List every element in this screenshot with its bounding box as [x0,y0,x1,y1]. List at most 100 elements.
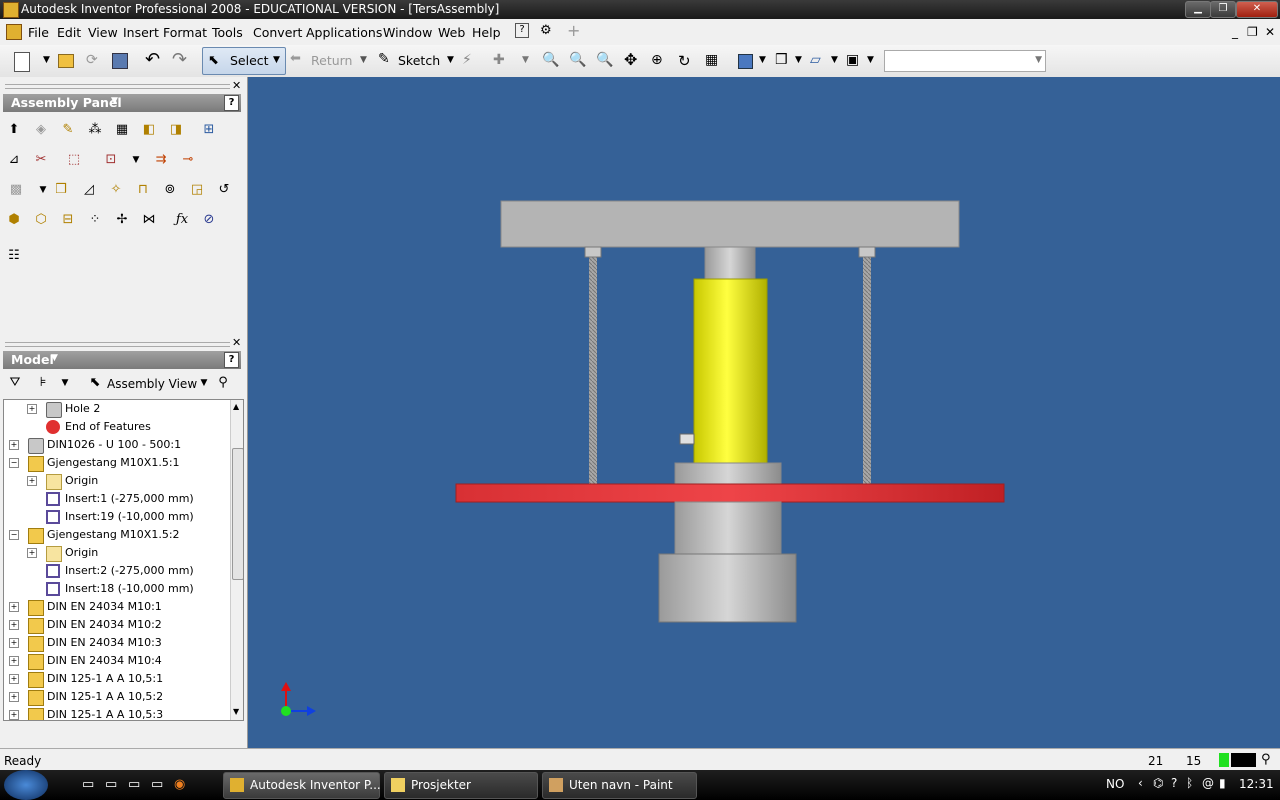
view-dropdown-icon[interactable]: ▼ [195,374,213,392]
circular-pattern-icon[interactable]: ✢ [113,211,131,229]
select-dropdown-icon[interactable]: ▼ [273,55,280,65]
tree-expander-icon[interactable]: + [9,656,19,666]
grid-dropdown-icon[interactable]: ▼ [34,181,52,199]
tree-scroll-thumb[interactable] [232,448,243,580]
assembly-panel-close-icon[interactable]: ✕ [232,79,241,92]
open-icon[interactable] [58,54,74,68]
new-dropdown-icon[interactable]: ▼ [43,55,50,65]
graphics-viewport[interactable] [248,77,1280,748]
tray-a-icon[interactable]: @ [1202,776,1214,790]
return-button[interactable]: Return [311,53,352,68]
tree-row[interactable]: + DIN EN 24034 M10:2 [4,616,228,634]
zoom-selected-icon[interactable]: ⊕ [651,52,669,70]
document-icon[interactable] [6,24,22,40]
assembly-panel-grip[interactable] [5,84,230,89]
display-dropdown-icon[interactable]: ▼ [759,55,766,65]
tree-row[interactable]: Insert:19 (-10,000 mm) [4,508,228,526]
section-dropdown-icon[interactable]: ▼ [831,55,838,65]
shadow-dropdown-icon[interactable]: ▼ [795,55,802,65]
fillet-icon[interactable]: ⬢ [5,211,23,229]
update-icon[interactable]: ⚡ [462,52,480,70]
analyze-icon[interactable]: ⊸ [179,151,197,169]
rotate-component-icon[interactable]: ⊡ [102,151,120,169]
look-at-icon[interactable]: ▦ [705,52,723,70]
menu-format[interactable]: Format [163,25,207,40]
show-desktop-icon[interactable]: ▭ [82,777,94,792]
help-icon[interactable]: ? [515,23,529,38]
tray-help-icon[interactable]: ? [1171,776,1177,790]
tree-expander-icon[interactable]: + [9,692,19,702]
task-paint[interactable]: Uten navn - Paint [542,772,697,799]
tree-expander-icon[interactable]: + [9,620,19,630]
mirror-components-icon[interactable]: ◧ [140,121,158,139]
tree-expander-icon[interactable]: + [27,476,37,486]
model-panel-help-icon[interactable]: ? [224,352,239,368]
assembly-view-icon[interactable]: ⬉ [86,374,104,392]
copy-components-icon[interactable]: ◨ [167,121,185,139]
scroll-down-icon[interactable]: ▼ [233,707,239,716]
tree-row[interactable]: + DIN EN 24034 M10:4 [4,652,228,670]
return-dropdown-icon[interactable]: ▼ [360,55,367,65]
chamfer-icon[interactable]: ◲ [188,181,206,199]
tree-expander-icon[interactable]: − [9,458,19,468]
tree-row[interactable]: + Origin [4,544,228,562]
tree-options-icon[interactable]: ⊧ [34,374,52,392]
section-view-icon[interactable]: ▱ [810,52,828,70]
save-icon[interactable] [112,53,128,69]
pattern-component-icon[interactable]: ⁂ [86,121,104,139]
parameters-icon[interactable]: ƒx [173,211,191,229]
tree-row[interactable]: + DIN 125-1 A A 10,5:2 [4,688,228,706]
camera-icon[interactable]: ▣ [846,52,864,70]
pattern-feature-icon[interactable]: ⁘ [86,211,104,229]
frame-generator-icon[interactable]: ⊞ [200,121,218,139]
tree-row[interactable]: + DIN EN 24034 M10:1 [4,598,228,616]
work-axis-icon[interactable]: ◿ [80,181,98,199]
tree-expander-icon[interactable]: + [9,602,19,612]
revolve-icon[interactable]: ↺ [215,181,233,199]
quicklaunch-calc-icon[interactable]: ▭ [151,777,163,792]
color-style-combo[interactable]: ▼ [884,50,1046,72]
zoom-window-icon[interactable]: 🔍 [569,52,587,70]
mirror-feature-icon[interactable]: ⋈ [140,211,158,229]
menu-web[interactable]: Web [438,25,465,40]
tray-bluetooth-icon[interactable]: ᛒ [1186,776,1193,790]
task-inventor[interactable]: Autodesk Inventor P... [223,772,381,799]
menu-applications[interactable]: Applications [306,25,382,40]
menu-convert[interactable]: Convert [253,25,302,40]
add-icon[interactable]: + [567,21,580,40]
tree-scrollbar[interactable]: ▲ ▼ [230,400,243,720]
sweep-icon[interactable]: ⬡ [32,211,50,229]
mdi-restore-button[interactable]: ❐ [1247,25,1258,39]
bom-icon[interactable]: ☷ [5,247,23,265]
menu-window[interactable]: Window [383,25,432,40]
no-entry-icon[interactable]: ⊘ [200,211,218,229]
zoom-all-icon[interactable]: 🔍 [542,52,560,70]
tree-row[interactable]: End of Features [4,418,228,436]
tree-expander-icon[interactable]: + [9,440,19,450]
assembly-panel-help-icon[interactable]: ? [224,95,239,111]
tree-row[interactable]: Insert:2 (-275,000 mm) [4,562,228,580]
doctor-dropdown-icon[interactable]: ▼ [522,55,529,65]
scroll-up-icon[interactable]: ▲ [233,402,239,411]
model-panel-header[interactable]: Model ▼ ? [3,351,241,369]
tree-row[interactable]: + DIN 125-1 A A 10,5:3 [4,706,228,720]
task-prosjekter[interactable]: Prosjekter [384,772,538,799]
tree-row[interactable]: Insert:1 (-275,000 mm) [4,490,228,508]
new-icon[interactable] [14,52,30,72]
tree-row[interactable]: − Gjengestang M10X1.5:1 [4,454,228,472]
quicklaunch-media-icon[interactable]: ▭ [128,777,140,792]
shaded-display-icon[interactable] [738,54,753,69]
work-point-icon[interactable]: ✧ [107,181,125,199]
tray-expand-icon[interactable]: ‹ [1138,776,1143,790]
assembly-view-selector[interactable]: Assembly View [107,377,197,391]
model-panel-dropdown-icon[interactable]: ▼ [51,353,58,363]
tree-row[interactable]: + Origin [4,472,228,490]
redo-icon[interactable]: ↷ [172,49,190,70]
filter-icon[interactable]: ⛛ [6,374,24,392]
assembly-panel-header[interactable]: Assembly Panel ▼ ? [3,94,241,112]
clock[interactable]: 12:31 [1239,777,1274,791]
rotate-dropdown-icon[interactable]: ▼ [127,151,145,169]
quicklaunch-firefox-icon[interactable]: ◉ [174,777,185,792]
mdi-close-button[interactable]: ✕ [1265,25,1275,39]
maximize-button[interactable]: ❐ [1210,1,1236,18]
